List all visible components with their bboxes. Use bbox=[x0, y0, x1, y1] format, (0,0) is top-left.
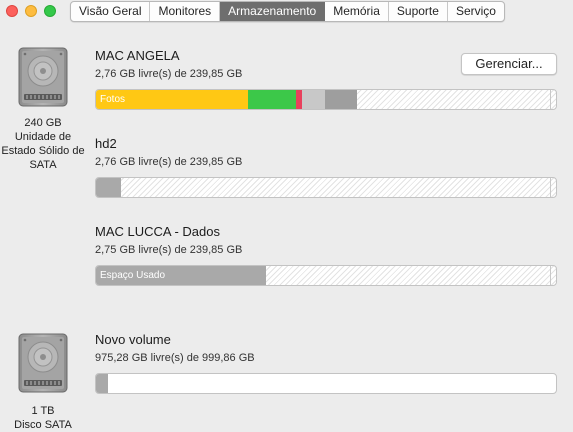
volume-mac-lucca-dados: MAC LUCCA - Dados 2,75 GB livre(s) de 23… bbox=[95, 224, 557, 286]
hard-drive-icon bbox=[18, 333, 68, 393]
tab-overview[interactable]: Visão Geral bbox=[71, 2, 151, 21]
volume-free-space: 2,76 GB livre(s) de 239,85 GB bbox=[95, 68, 243, 80]
usage-segment bbox=[325, 90, 358, 109]
storage-usage-bar[interactable]: Espaço Usado bbox=[95, 265, 557, 286]
tab-storage[interactable]: Armazenamento bbox=[220, 2, 326, 21]
drive-caption: 1 TB Disco SATA bbox=[14, 405, 72, 431]
usage-segment-fotos: Fotos bbox=[96, 90, 248, 109]
tab-service[interactable]: Serviço bbox=[448, 2, 504, 21]
zoom-window-button[interactable] bbox=[44, 5, 56, 17]
tab-support[interactable]: Suporte bbox=[389, 2, 448, 21]
usage-segment bbox=[302, 90, 326, 109]
drive-caption: 240 GB Unidade de Estado Sólido de SATA bbox=[1, 117, 85, 171]
usage-segment bbox=[96, 374, 108, 393]
tab-displays[interactable]: Monitores bbox=[150, 2, 221, 21]
drive-sata: 1 TB Disco SATA bbox=[0, 332, 86, 432]
volume-free-space: 2,76 GB livre(s) de 239,85 GB bbox=[95, 156, 243, 168]
volume-name: Novo volume bbox=[95, 332, 171, 347]
segment-label: Fotos bbox=[100, 94, 126, 105]
volume-hd2: hd2 2,76 GB livre(s) de 239,85 GB bbox=[95, 136, 557, 198]
volume-free-space: 975,28 GB livre(s) de 999,86 GB bbox=[95, 352, 255, 364]
usage-segment-espaço-usado: Espaço Usado bbox=[96, 266, 267, 285]
system-information-window: Visão Geral Monitores Armazenamento Memó… bbox=[0, 0, 573, 432]
hard-drive-icon bbox=[18, 47, 68, 107]
window-controls bbox=[6, 5, 56, 17]
volume-name: hd2 bbox=[95, 136, 117, 151]
tab-memory[interactable]: Memória bbox=[325, 2, 389, 21]
storage-usage-bar[interactable]: Fotos bbox=[95, 89, 557, 110]
storage-usage-bar[interactable] bbox=[95, 373, 557, 394]
storage-usage-bar[interactable] bbox=[95, 177, 557, 198]
drive-ssd: 240 GB Unidade de Estado Sólido de SATA bbox=[0, 46, 86, 172]
volume-name: MAC ANGELA bbox=[95, 48, 180, 63]
segment-label: Espaço Usado bbox=[100, 270, 166, 281]
volume-free-space: 2,75 GB livre(s) de 239,85 GB bbox=[95, 244, 243, 256]
tab-bar: Visão Geral Monitores Armazenamento Memó… bbox=[70, 1, 505, 22]
volume-mac-angela: MAC ANGELA 2,76 GB livre(s) de 239,85 GB… bbox=[95, 48, 557, 110]
usage-segment bbox=[247, 90, 297, 109]
usage-segment bbox=[96, 178, 122, 197]
minimize-window-button[interactable] bbox=[25, 5, 37, 17]
close-window-button[interactable] bbox=[6, 5, 18, 17]
volume-novo-volume: Novo volume 975,28 GB livre(s) de 999,86… bbox=[95, 332, 557, 394]
volume-name: MAC LUCCA - Dados bbox=[95, 224, 220, 239]
